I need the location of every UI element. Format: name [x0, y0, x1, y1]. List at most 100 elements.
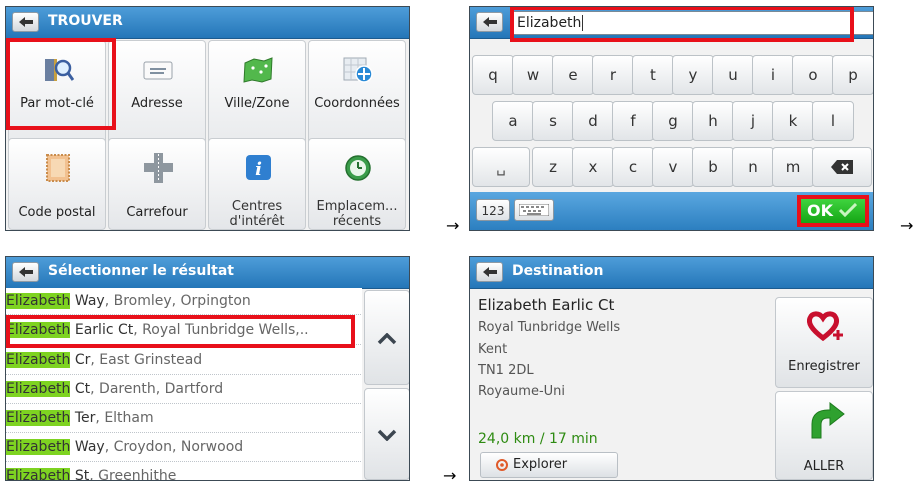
- list-item[interactable]: Elizabeth Ter, Eltham: [6, 404, 361, 433]
- scroll-down-button[interactable]: [364, 388, 409, 480]
- key[interactable]: j: [732, 101, 774, 141]
- key[interactable]: q: [472, 55, 514, 95]
- list-item[interactable]: Elizabeth Way, Bromley, Orpington: [6, 288, 361, 315]
- key[interactable]: l: [812, 101, 854, 141]
- destination-details: Elizabeth Earlic Ct Royal Tunbridge Well…: [470, 288, 770, 480]
- locality: , Darenth, Dartford: [90, 381, 224, 397]
- back-button[interactable]: [476, 262, 503, 282]
- flow-arrow: →: [443, 466, 457, 485]
- back-arrow-icon: [19, 17, 33, 27]
- explore-button[interactable]: Explorer: [480, 452, 618, 478]
- locality: , Greenhithe: [89, 468, 177, 481]
- keyboard-screen: Elizabeth q w e r t y u i o p a s d f g …: [469, 6, 874, 231]
- callout-highlight: [6, 315, 355, 348]
- key[interactable]: y: [672, 55, 714, 95]
- street-name: St: [74, 468, 90, 481]
- address-line: Royaume-Uni: [478, 384, 566, 399]
- key[interactable]: b: [692, 147, 734, 187]
- key[interactable]: a: [492, 101, 534, 141]
- back-button[interactable]: [476, 12, 503, 32]
- intersection-icon: [144, 153, 173, 183]
- key[interactable]: s: [532, 101, 574, 141]
- flow-arrow: →: [446, 216, 460, 235]
- key[interactable]: w: [512, 55, 554, 95]
- locality: , Eltham: [95, 410, 154, 426]
- back-arrow-icon: [19, 267, 33, 277]
- list-item[interactable]: Elizabeth Cr, East Grinstead: [6, 346, 361, 375]
- key[interactable]: c: [612, 147, 654, 187]
- match-highlight: Elizabeth: [6, 468, 71, 480]
- keyboard-layout-button[interactable]: [514, 199, 554, 221]
- key[interactable]: k: [772, 101, 814, 141]
- key[interactable]: o: [792, 55, 834, 95]
- tile-label: Ville/Zone: [224, 96, 290, 111]
- tile-label: Emplacem... récents: [316, 199, 398, 229]
- tile-label: Centres d'intérêt: [229, 199, 285, 229]
- list-item[interactable]: Elizabeth Ct, Darenth, Dartford: [6, 375, 361, 404]
- key[interactable]: p: [832, 55, 873, 95]
- key[interactable]: g: [652, 101, 694, 141]
- tile-postcode[interactable]: Code postal: [8, 138, 106, 230]
- back-arrow-icon: [483, 267, 497, 277]
- key[interactable]: h: [692, 101, 734, 141]
- key[interactable]: x: [572, 147, 614, 187]
- results-screen: Sélectionner le résultat Elizabeth Way, …: [5, 256, 410, 481]
- city-map-icon: [243, 57, 273, 83]
- destination-screen: Destination Elizabeth Earlic Ct Royal Tu…: [469, 256, 874, 481]
- callout-highlight: [6, 38, 116, 130]
- tile-intersection[interactable]: Carrefour: [108, 138, 206, 230]
- destination-name: Elizabeth Earlic Ct: [478, 296, 615, 314]
- tile-poi[interactable]: i Centres d'intérêt: [208, 138, 306, 230]
- key[interactable]: t: [632, 55, 674, 95]
- back-button[interactable]: [12, 262, 39, 282]
- address-line: Royal Tunbridge Wells: [478, 320, 621, 335]
- numeric-keyboard-button[interactable]: 123: [476, 199, 510, 221]
- key[interactable]: n: [732, 147, 774, 187]
- ok-button-label: OK: [807, 201, 833, 220]
- chevron-up-icon: [377, 333, 397, 345]
- key[interactable]: m: [772, 147, 814, 187]
- checkmark-icon: [838, 202, 857, 218]
- back-arrow-icon: [483, 17, 497, 27]
- list-item[interactable]: Elizabeth St, Greenhithe: [6, 462, 361, 481]
- heart-plus-icon: [807, 311, 843, 342]
- results-header: Sélectionner le résultat: [6, 257, 409, 289]
- locality: , Bromley, Orpington: [104, 293, 251, 309]
- key[interactable]: d: [572, 101, 614, 141]
- key[interactable]: r: [592, 55, 634, 95]
- key[interactable]: u: [712, 55, 754, 95]
- save-label: Enregistrer: [788, 359, 860, 374]
- explore-label: Explorer: [513, 457, 568, 472]
- go-button[interactable]: ALLER: [775, 391, 873, 480]
- scroll-up-button[interactable]: [364, 290, 409, 385]
- space-key[interactable]: ␣: [472, 147, 530, 187]
- key[interactable]: e: [552, 55, 594, 95]
- ok-button[interactable]: OK: [797, 195, 869, 227]
- locality: , Croydon, Norwood: [104, 439, 244, 455]
- backspace-key[interactable]: [812, 147, 872, 187]
- street-name: Ct: [74, 381, 91, 397]
- flow-arrow: →: [900, 216, 914, 235]
- save-favorite-button[interactable]: Enregistrer: [775, 297, 873, 388]
- address-card-icon: [143, 61, 173, 80]
- back-button[interactable]: [12, 12, 39, 32]
- tile-recent[interactable]: Emplacem... récents: [308, 138, 406, 230]
- tile-label: Code postal: [18, 205, 96, 220]
- key[interactable]: i: [752, 55, 794, 95]
- street-name: Way: [74, 439, 105, 455]
- go-label: ALLER: [803, 459, 845, 474]
- key[interactable]: f: [612, 101, 654, 141]
- match-highlight: Elizabeth: [6, 352, 71, 368]
- key[interactable]: v: [652, 147, 694, 187]
- tile-label: Coordonnées: [314, 96, 400, 111]
- key[interactable]: z: [532, 147, 574, 187]
- street-name: Way: [74, 293, 105, 309]
- page-title: Destination: [512, 263, 604, 279]
- turn-right-arrow-icon: [811, 402, 845, 439]
- find-header: TROUVER: [6, 7, 409, 39]
- keyboard-icon: [518, 203, 550, 217]
- street-name: Cr: [74, 352, 91, 368]
- tile-label: Adresse: [131, 96, 183, 111]
- list-item[interactable]: Elizabeth Way, Croydon, Norwood: [6, 433, 361, 462]
- locality: , East Grinstead: [90, 352, 203, 368]
